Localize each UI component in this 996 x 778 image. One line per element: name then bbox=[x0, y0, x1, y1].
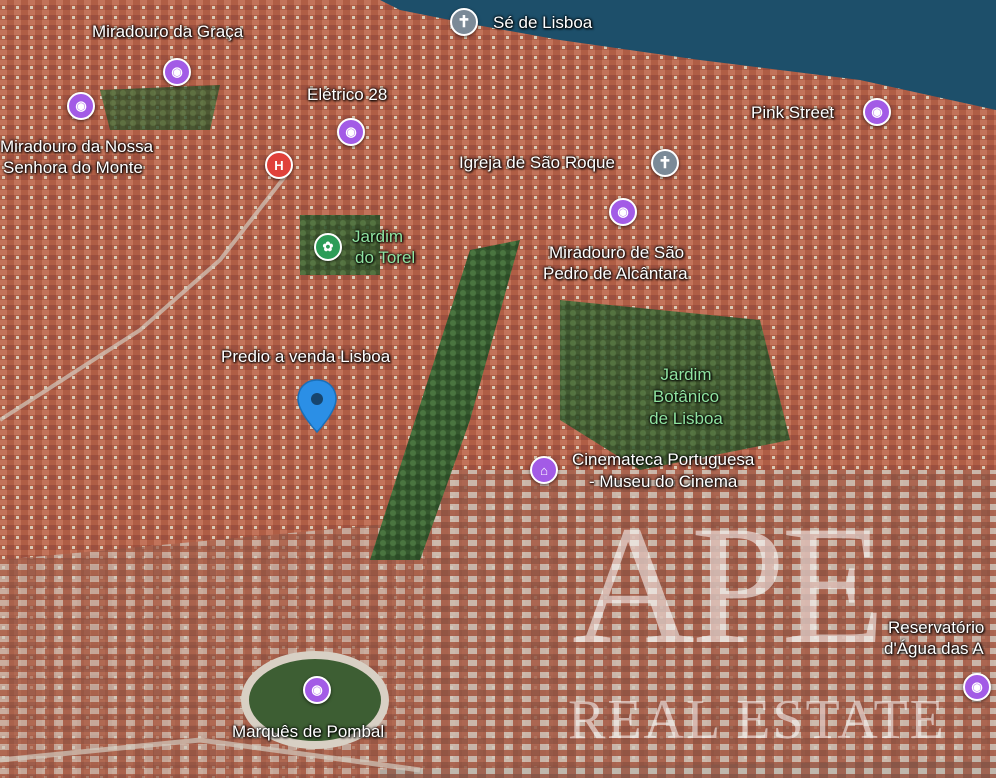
label-botanico-line2[interactable]: Botânico bbox=[641, 386, 731, 407]
camera-icon[interactable]: ◉ bbox=[337, 118, 365, 146]
label-botanico-line3[interactable]: de Lisboa bbox=[641, 408, 731, 429]
camera-icon[interactable]: ◉ bbox=[609, 198, 637, 226]
label-reservatorio-line2[interactable]: d'Água das A bbox=[884, 638, 984, 659]
label-igreja-sao-roque[interactable]: Igreja de São Roque bbox=[459, 152, 615, 173]
label-cinemateca-line2[interactable]: - Museu do Cinema bbox=[589, 471, 737, 492]
satellite-map[interactable]: Miradouro da Graça ◉ Sé de Lisboa ✝ Elét… bbox=[0, 0, 996, 778]
hospital-icon[interactable]: H bbox=[265, 151, 293, 179]
label-miradouro-graca[interactable]: Miradouro da Graça bbox=[92, 21, 243, 42]
label-sao-pedro-line2[interactable]: Pedro de Alcântara bbox=[543, 263, 688, 284]
location-marker-icon[interactable] bbox=[296, 378, 338, 434]
label-botanico-line1[interactable]: Jardim bbox=[641, 364, 731, 385]
label-nossa-senhora-line2[interactable]: Senhora do Monte bbox=[3, 157, 143, 178]
label-jardim-torel-line2[interactable]: do Torel bbox=[355, 247, 415, 268]
label-predio-venda[interactable]: Predio a venda Lisboa bbox=[221, 346, 390, 367]
camera-icon[interactable]: ◉ bbox=[303, 676, 331, 704]
camera-icon[interactable]: ◉ bbox=[963, 673, 991, 701]
label-eletrico-28[interactable]: Elétrico 28 bbox=[307, 84, 387, 105]
label-reservatorio-line1[interactable]: Reservatório bbox=[888, 617, 984, 638]
label-nossa-senhora-line1[interactable]: Miradouro da Nossa bbox=[0, 136, 153, 157]
park-icon[interactable]: ✿ bbox=[314, 233, 342, 261]
label-marques-pombal[interactable]: Marquês de Pombal bbox=[232, 721, 384, 742]
museum-icon[interactable]: ⌂ bbox=[530, 456, 558, 484]
label-cinemateca-line1[interactable]: Cinemateca Portuguesa bbox=[572, 449, 754, 470]
camera-icon[interactable]: ◉ bbox=[67, 92, 95, 120]
church-icon[interactable]: ✝ bbox=[450, 8, 478, 36]
label-sao-pedro-line1[interactable]: Miradouro de São bbox=[549, 242, 684, 263]
church-icon[interactable]: ✝ bbox=[651, 149, 679, 177]
label-pink-street[interactable]: Pink Street bbox=[751, 102, 834, 123]
label-jardim-torel-line1[interactable]: Jardim bbox=[352, 226, 403, 247]
camera-icon[interactable]: ◉ bbox=[863, 98, 891, 126]
camera-icon[interactable]: ◉ bbox=[163, 58, 191, 86]
label-se-lisboa[interactable]: Sé de Lisboa bbox=[493, 12, 592, 33]
map-imagery bbox=[0, 0, 996, 778]
